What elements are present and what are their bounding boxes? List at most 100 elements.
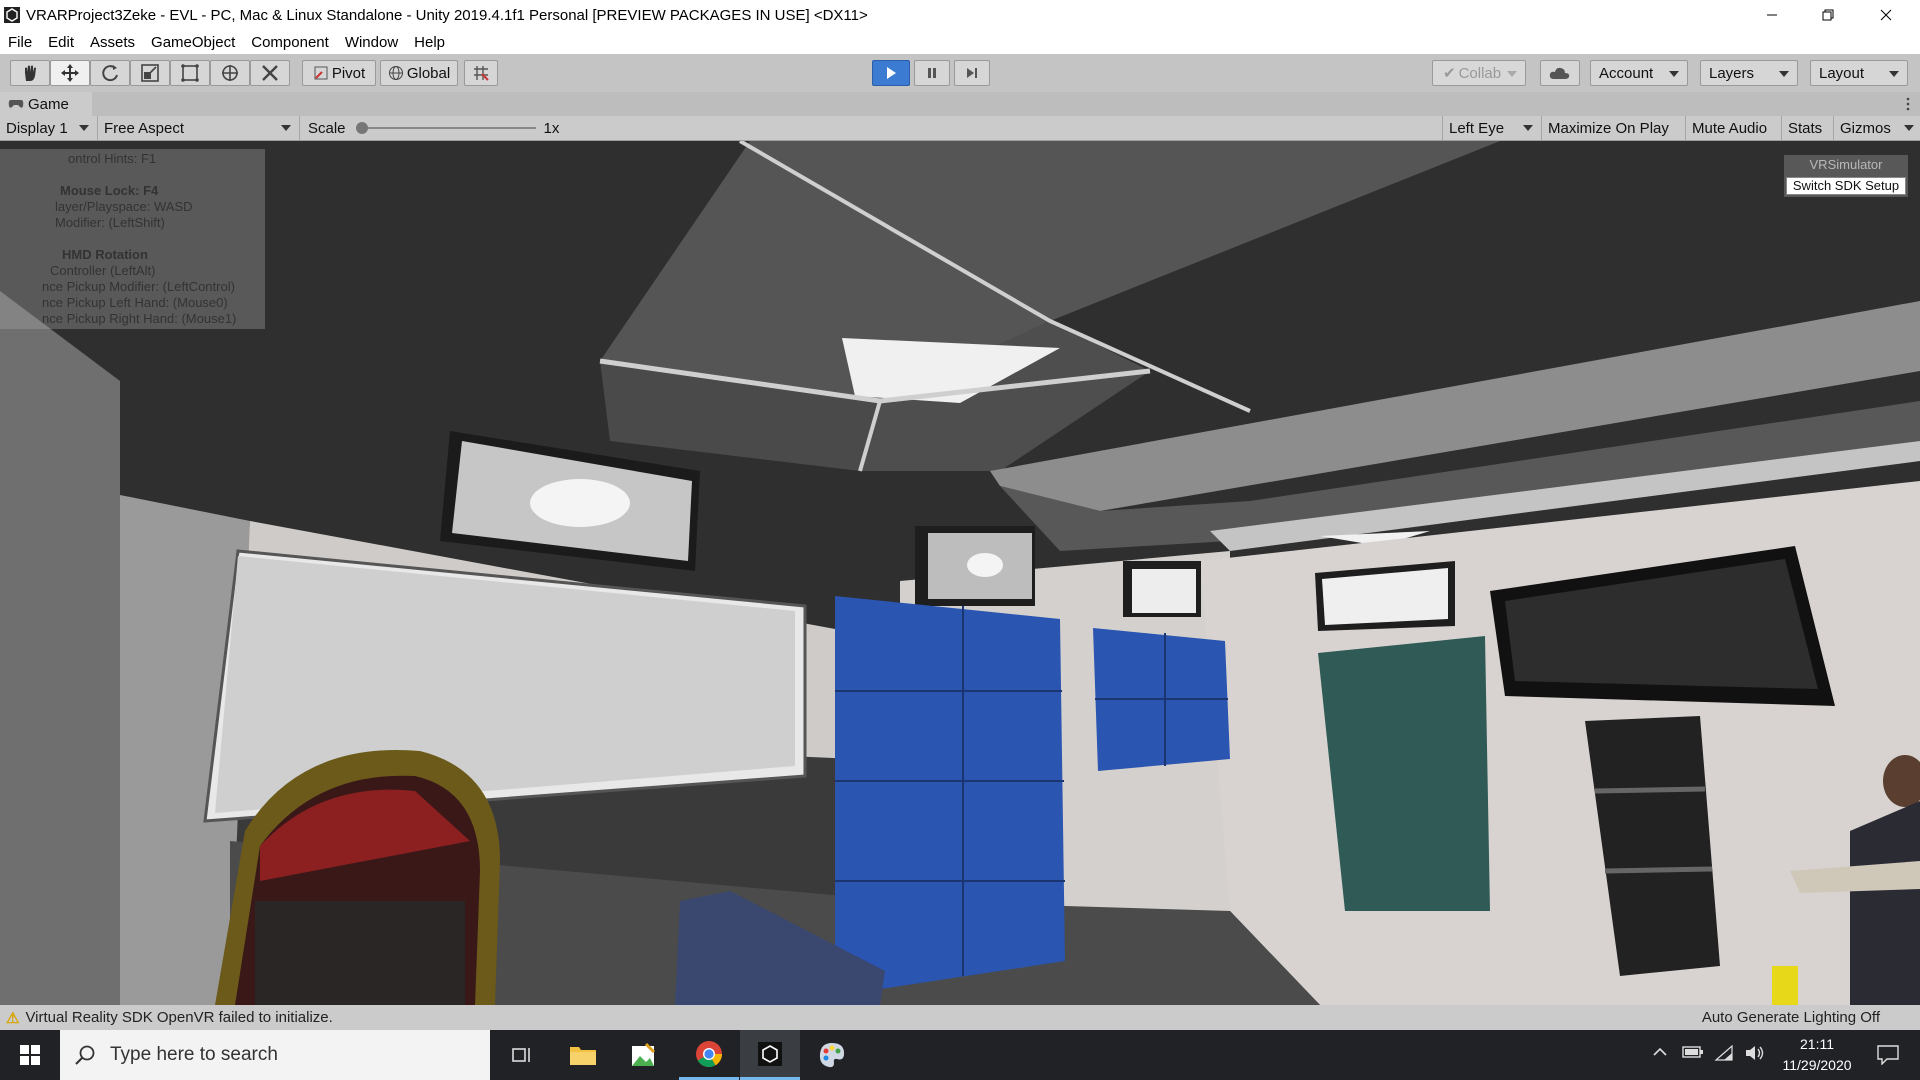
image-editor-taskbar-button[interactable] [613,1030,673,1080]
transform-tool-button[interactable] [210,60,250,86]
chrome-icon [696,1040,723,1067]
chevron-down-icon [1904,125,1914,131]
account-label: Account [1599,64,1654,82]
clock-time: 21:11 [1800,1036,1834,1052]
taskbar-search[interactable]: Type here to search [60,1030,490,1080]
step-button[interactable] [954,60,990,86]
aspect-dropdown[interactable]: Free Aspect [98,116,300,140]
scale-slider[interactable] [355,121,536,135]
snap-grid-button[interactable] [464,60,498,86]
layout-label: Layout [1819,64,1865,82]
step-icon [967,68,977,78]
volume-control[interactable] [1744,1045,1768,1065]
transform-icon [222,65,238,81]
stats-toggle[interactable]: Stats [1782,116,1834,140]
minimize-button[interactable] [1744,0,1800,30]
gizmos-dropdown[interactable]: Gizmos [1834,116,1920,140]
chevron-down-icon [1507,71,1517,77]
menu-file[interactable]: File [0,34,40,51]
eye-dropdown[interactable]: Left Eye [1442,116,1542,140]
pause-button[interactable] [914,60,950,86]
sdk-name-label: VRSimulator [1809,157,1883,172]
chrome-taskbar-button[interactable] [679,1030,739,1080]
pivot-label: Pivot [331,64,366,82]
sdk-switch-panel: VRSimulator Switch SDK Setup [1784,155,1908,197]
menu-help[interactable]: Help [406,34,453,51]
menu-assets[interactable]: Assets [82,34,143,51]
scale-control: Scale 1x [300,116,570,140]
pivot-icon [314,66,328,80]
task-view-button[interactable] [492,1030,552,1080]
control-hints-overlay: ontrol Hints: F1 Mouse Lock: F4 layer/Pl… [0,149,265,329]
mute-label: Mute Audio [1692,119,1768,137]
hint-line: Controller (LeftAlt) [50,263,156,278]
search-placeholder: Type here to search [110,1044,278,1065]
display-label: Display 1 [6,119,68,137]
game-viewport[interactable]: ontrol Hints: F1 Mouse Lock: F4 layer/Pl… [0,141,1920,1005]
task-view-icon [512,1048,530,1062]
menu-edit[interactable]: Edit [40,34,82,51]
rect-tool-button[interactable] [170,60,210,86]
hint-line: nce Pickup Modifier: (LeftControl) [42,279,235,294]
pivot-toggle[interactable]: Pivot [302,60,376,86]
chevron-up-icon [1653,1047,1667,1056]
unity-taskbar-button[interactable] [740,1030,800,1080]
display-dropdown[interactable]: Display 1 [0,116,98,140]
close-button[interactable] [1858,0,1914,30]
hint-line: nce Pickup Right Hand: (Mouse1) [42,311,237,326]
mute-audio-toggle[interactable]: Mute Audio [1686,116,1782,140]
chevron-down-icon [281,125,291,131]
tools-icon [262,65,278,81]
layout-dropdown[interactable]: Layout [1810,60,1908,86]
hand-tool-button[interactable] [10,60,50,86]
start-button[interactable] [0,1030,60,1080]
chevron-down-icon [1779,71,1789,77]
restore-button[interactable] [1800,0,1856,30]
notification-icon [1877,1045,1899,1065]
custom-tool-button[interactable] [250,60,290,86]
taskbar-clock[interactable]: 21:11 11/29/2020 [1772,1034,1862,1078]
maximize-on-play-toggle[interactable]: Maximize On Play [1542,116,1686,140]
palette-icon [819,1043,845,1068]
aspect-label: Free Aspect [104,119,185,137]
battery-status[interactable] [1682,1045,1706,1065]
warning-icon: ⚠ [6,1009,20,1027]
windows-logo-icon [20,1045,40,1065]
account-dropdown[interactable]: Account [1590,60,1688,86]
file-explorer-taskbar-button[interactable] [553,1030,613,1080]
cloud-icon [1549,67,1570,79]
move-tool-button[interactable] [50,60,90,86]
menu-component[interactable]: Component [243,34,337,51]
unity-icon [758,1041,782,1066]
rotate-icon [102,65,118,82]
collab-dropdown[interactable]: ✔ Collab [1432,60,1526,86]
layers-label: Layers [1709,64,1755,82]
title-bar: VRARProject3Zeke - EVL - PC, Mac & Linux… [0,0,1920,30]
gizmos-label: Gizmos [1840,119,1891,137]
status-warning-text[interactable]: Virtual Reality SDK OpenVR failed to ini… [25,1009,332,1026]
window-title: VRARProject3Zeke - EVL - PC, Mac & Linux… [26,6,868,24]
menu-gameobject[interactable]: GameObject [143,34,243,51]
play-icon [887,67,896,79]
paint-taskbar-button[interactable] [802,1030,862,1080]
grid-snap-icon [474,66,489,81]
scale-tool-button[interactable] [130,60,170,86]
stats-label: Stats [1788,119,1823,137]
play-button[interactable] [872,60,910,86]
scale-slider-thumb[interactable] [355,122,368,134]
tray-overflow-button[interactable] [1652,1045,1674,1065]
speaker-icon [1746,1046,1764,1060]
menu-window[interactable]: Window [337,34,406,51]
clock-date: 11/29/2020 [1782,1057,1852,1073]
tab-options-icon[interactable] [1906,96,1910,112]
tab-game[interactable]: Game [0,92,92,116]
switch-sdk-setup-button[interactable]: Switch SDK Setup [1786,177,1906,195]
tab-game-label: Game [28,95,69,113]
rotate-tool-button[interactable] [90,60,130,86]
wifi-icon [1714,1044,1733,1061]
cloud-button[interactable] [1540,60,1580,86]
notifications-button[interactable] [1868,1042,1908,1068]
global-toggle[interactable]: Global [380,60,458,86]
wifi-status[interactable] [1714,1044,1738,1065]
layers-dropdown[interactable]: Layers [1700,60,1798,86]
